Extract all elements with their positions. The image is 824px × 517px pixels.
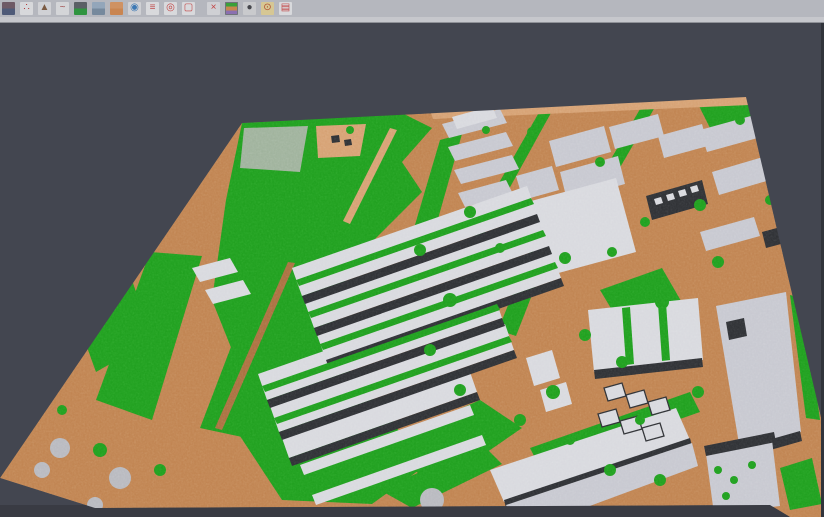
viewport-3d[interactable] [0,23,824,517]
globe-icon[interactable]: ◉ [128,2,141,15]
settings-list-icon-glyph: ▤ [279,2,292,15]
extent-icon-glyph: ▢ [182,2,195,15]
polyline-icon[interactable]: ~ [56,2,69,15]
classification-icon[interactable] [225,2,238,15]
settings-list-icon[interactable]: ▤ [279,2,292,15]
terrain-icon[interactable] [74,2,87,15]
toolbar: ∴ ▲ ~ ◉ ≡ ◎ ▢ × ● ⊙ ▤ [0,0,824,17]
measure-icon[interactable]: ⊙ [261,2,274,15]
mountain-icon[interactable]: ▲ [38,2,51,15]
target-icon[interactable]: ◎ [164,2,177,15]
profile-lines-icon-glyph: ≡ [146,2,159,15]
polyline-icon-glyph: ~ [56,2,69,15]
mountain-icon-glyph: ▲ [38,2,51,15]
layers-panel-icon[interactable] [92,2,105,15]
camera-icon[interactable]: ● [243,2,256,15]
application-window: ∴ ▲ ~ ◉ ≡ ◎ ▢ × ● ⊙ ▤ [0,0,824,517]
profile-lines-icon[interactable]: ≡ [146,2,159,15]
clip-box-icon[interactable]: × [207,2,220,15]
scene-svg [0,23,824,517]
orthophoto-icon[interactable] [110,2,123,15]
measure-icon-glyph: ⊙ [261,2,274,15]
extent-icon[interactable]: ▢ [182,2,195,15]
camera-icon-glyph: ● [243,2,256,15]
points-tool-icon[interactable]: ∴ [20,2,33,15]
clip-box-icon-glyph: × [207,2,220,15]
points-tool-icon-glyph: ∴ [20,2,33,15]
select-tool-icon[interactable] [2,2,15,15]
globe-icon-glyph: ◉ [128,2,141,15]
target-icon-glyph: ◎ [164,2,177,15]
